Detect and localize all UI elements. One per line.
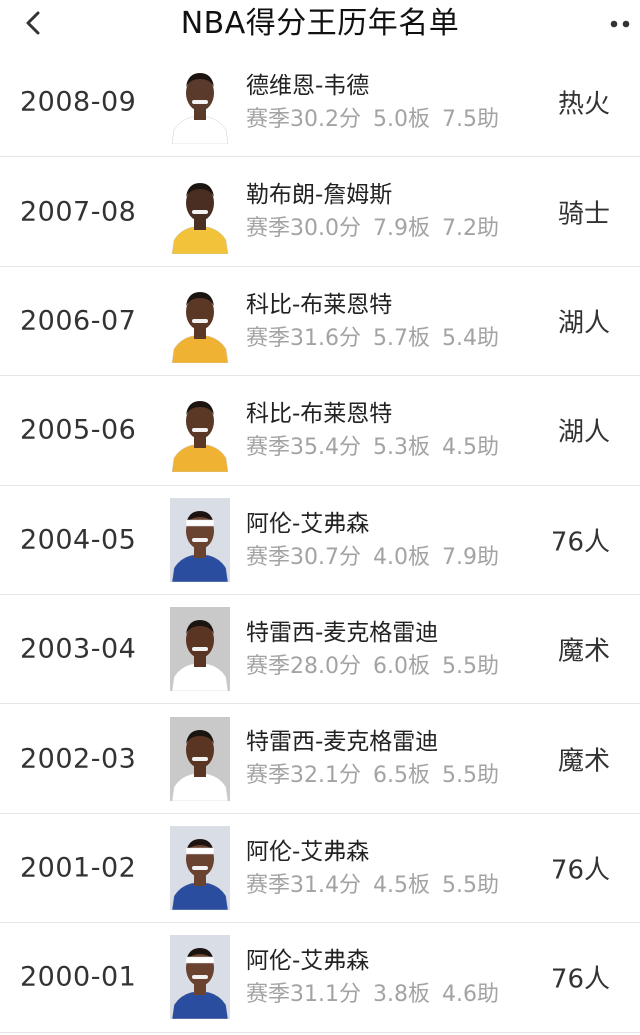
player-name: 勒布朗-詹姆斯 <box>246 182 393 209</box>
player-name: 特雷西-麦克格雷迪 <box>246 619 439 646</box>
list-item[interactable]: 2001-02 阿伦-艾弗森 赛季31.4分 4.5板 5.5助 76人 <box>0 814 640 924</box>
points-stat: 赛季28.0分 <box>246 653 361 679</box>
team-label: 热火 <box>557 89 610 120</box>
player-stats: 赛季30.2分 5.0板 7.5助 <box>246 101 511 133</box>
season-label: 2008-09 <box>20 86 137 118</box>
more-button[interactable] <box>606 14 636 34</box>
team-label: 76人 <box>550 527 610 558</box>
list-item[interactable]: 2008-09 德维恩-韦德 赛季30.2分 5.0板 7.5助 热火 <box>0 48 640 158</box>
top-nav-bar: NBA得分王历年名单 <box>0 0 640 50</box>
points-stat: 赛季30.0分 <box>246 216 361 242</box>
list-item[interactable]: 2004-05 阿伦-艾弗森 赛季30.7分 4.0板 7.9助 76人 <box>0 486 640 595</box>
rebounds-stat: 4.0板 <box>373 544 430 570</box>
season-label: 2004-05 <box>20 524 137 556</box>
list-item[interactable]: 2003-04 特雷西-麦克格雷迪 赛季28.0分 6.0板 5.5助 魔术 <box>0 595 640 705</box>
player-stats: 赛季32.1分 6.5板 5.5助 <box>246 757 511 789</box>
rebounds-stat: 4.5板 <box>373 872 430 898</box>
team-label: 湖人 <box>557 417 610 448</box>
list-item[interactable]: 2005-06 科比-布莱恩特 赛季35.4分 5.3板 4.5助 湖人 <box>0 376 640 486</box>
team-label: 骑士 <box>557 199 610 230</box>
assists-stat: 7.2助 <box>442 216 499 242</box>
rebounds-stat: 5.7板 <box>373 325 430 351</box>
player-name: 阿伦-艾弗森 <box>246 948 370 975</box>
assists-stat: 7.9助 <box>442 544 499 570</box>
player-stats: 赛季30.7分 4.0板 7.9助 <box>246 539 511 571</box>
player-photo <box>170 60 230 145</box>
player-photo <box>170 388 230 473</box>
more-dots-icon <box>610 20 630 28</box>
list-item[interactable]: 2007-08 勒布朗-詹姆斯 赛季30.0分 7.9板 7.2助 骑士 <box>0 157 640 267</box>
rebounds-stat: 5.0板 <box>373 107 430 132</box>
rebounds-stat: 7.9板 <box>373 216 430 242</box>
assists-stat: 5.4助 <box>442 325 499 351</box>
list-item[interactable]: 2006-07 科比-布莱恩特 赛季31.6分 5.7板 5.4助 湖人 <box>0 267 640 377</box>
points-stat: 赛季30.7分 <box>246 544 361 570</box>
assists-stat: 5.5助 <box>442 653 499 679</box>
player-stats: 赛季31.1分 3.8板 4.6助 <box>246 976 511 1008</box>
player-photo <box>170 169 230 254</box>
assists-stat: 4.5助 <box>442 435 499 461</box>
team-label: 湖人 <box>557 308 610 339</box>
season-label: 2006-07 <box>20 305 137 337</box>
player-stats: 赛季30.0分 7.9板 7.2助 <box>246 210 511 242</box>
points-stat: 赛季32.1分 <box>246 763 361 789</box>
season-label: 2005-06 <box>20 414 137 446</box>
season-label: 2001-02 <box>20 852 137 884</box>
list-item[interactable]: 2002-03 特雷西-麦克格雷迪 赛季32.1分 6.5板 5.5助 魔术 <box>0 704 640 814</box>
player-name: 阿伦-艾弗森 <box>246 510 370 537</box>
list-item[interactable]: 2000-01 阿伦-艾弗森 赛季31.1分 3.8板 4.6助 76人 <box>0 923 640 1033</box>
rebounds-stat: 3.8板 <box>373 982 430 1008</box>
season-label: 2002-03 <box>20 743 137 775</box>
assists-stat: 5.5助 <box>442 763 499 789</box>
team-label: 76人 <box>550 964 610 995</box>
team-label: 魔术 <box>557 746 610 777</box>
player-stats: 赛季31.4分 4.5板 5.5助 <box>246 867 511 899</box>
team-label: 魔术 <box>557 636 610 667</box>
player-photo <box>170 278 230 363</box>
points-stat: 赛季31.6分 <box>246 325 361 351</box>
points-stat: 赛季31.4分 <box>246 872 361 898</box>
player-photo <box>170 607 230 692</box>
player-photo <box>170 825 230 910</box>
season-label: 2003-04 <box>20 633 137 665</box>
rebounds-stat: 6.5板 <box>373 763 430 789</box>
player-name: 科比-布莱恩特 <box>246 401 393 428</box>
season-label: 2000-01 <box>20 961 137 993</box>
player-name: 科比-布莱恩特 <box>246 291 393 318</box>
team-label: 76人 <box>550 855 610 886</box>
rebounds-stat: 6.0板 <box>373 653 430 679</box>
rebounds-stat: 5.3板 <box>373 435 430 461</box>
player-stats: 赛季28.0分 6.0板 5.5助 <box>246 648 511 680</box>
player-name: 德维恩-韦德 <box>246 73 370 99</box>
assists-stat: 5.5助 <box>442 872 499 898</box>
page-title: NBA得分王历年名单 <box>180 6 460 41</box>
player-name: 阿伦-艾弗森 <box>246 838 370 865</box>
player-photo <box>170 935 230 1020</box>
scoring-leaders-list: 2008-09 德维恩-韦德 赛季30.2分 5.0板 7.5助 热火 2007-08 勒布朗… <box>0 48 640 1033</box>
player-stats: 赛季35.4分 5.3板 4.5助 <box>246 429 511 461</box>
points-stat: 赛季31.1分 <box>246 982 361 1008</box>
player-stats: 赛季31.6分 5.7板 5.4助 <box>246 320 511 352</box>
assists-stat: 7.5助 <box>442 107 499 132</box>
points-stat: 赛季35.4分 <box>246 435 361 461</box>
points-stat: 赛季30.2分 <box>246 107 361 132</box>
assists-stat: 4.6助 <box>442 982 499 1008</box>
player-name: 特雷西-麦克格雷迪 <box>246 729 439 756</box>
season-label: 2007-08 <box>20 196 137 228</box>
player-photo <box>170 497 230 582</box>
player-photo <box>170 716 230 801</box>
